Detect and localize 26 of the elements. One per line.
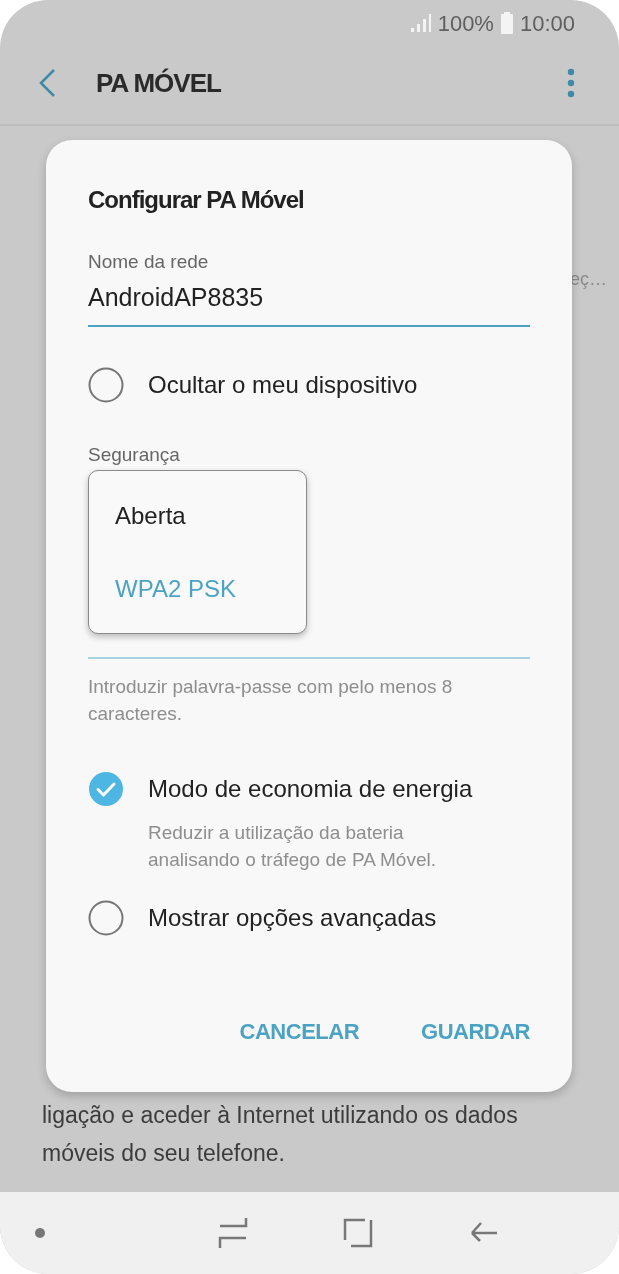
page-title: PA MÓVEL <box>96 66 221 100</box>
dialog-title: Configurar PA Móvel <box>88 186 305 214</box>
clock: 10:00 <box>519 9 575 38</box>
dropdown-option[interactable]: Aberta <box>115 497 280 534</box>
radio-icon[interactable] <box>88 900 124 936</box>
field-label: Segurança <box>88 443 181 467</box>
network-name-field[interactable]: AndroidAP8835 <box>88 281 530 327</box>
option-label: Mostrar opções avançadas <box>148 903 437 933</box>
recent-apps-icon[interactable] <box>217 1217 248 1249</box>
home-icon[interactable] <box>343 1218 374 1248</box>
radio-icon[interactable] <box>88 367 124 403</box>
option-label: Modo de economia de energia <box>148 774 473 804</box>
signal-icon <box>409 13 432 33</box>
checked-icon[interactable] <box>88 771 124 807</box>
description-line: móveis do seu telefone. <box>42 1139 286 1168</box>
option-label: Ocultar o meu dispositivo <box>148 370 418 400</box>
field-label: Nome da rede <box>88 250 210 274</box>
back-icon[interactable] <box>38 68 56 98</box>
password-hint: Introduzir palavra-passe com pelo menos 8 caracteres. <box>88 675 454 726</box>
description-line: ligação e aceder à Internet utilizando os dados <box>42 1101 519 1130</box>
option-description: Reduzir a utilização da bateria analisando o tráfego de PA Móvel. <box>148 821 437 872</box>
password-field[interactable]: Aberta WPA2 PSK <box>88 467 530 659</box>
battery-icon <box>499 12 514 34</box>
more-options-icon[interactable] <box>567 68 575 98</box>
battery-percentage: 100% <box>437 9 494 38</box>
dot-icon[interactable] <box>34 1227 46 1239</box>
